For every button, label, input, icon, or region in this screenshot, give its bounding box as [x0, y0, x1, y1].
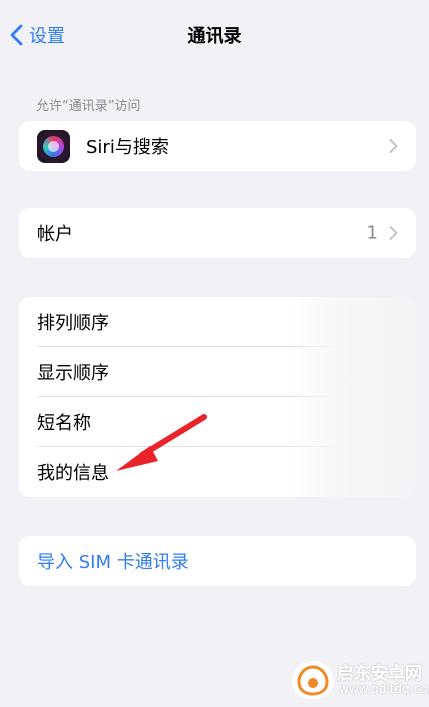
blurred-values: [286, 297, 416, 497]
siri-icon: [37, 129, 70, 163]
access-card: Siri与搜索: [19, 121, 416, 171]
siri-search-row[interactable]: Siri与搜索: [19, 121, 416, 171]
accounts-card: 帐户 1: [19, 208, 416, 258]
watermark-name: 启东安卓网: [337, 664, 422, 684]
contacts-settings-card: 排列顺序 显示顺序 短名称 我的信息: [19, 297, 416, 497]
import-sim-contacts-label: 导入 SIM 卡通讯录: [37, 552, 189, 573]
page-title: 通讯录: [187, 26, 242, 47]
my-info-label: 我的信息: [37, 463, 109, 484]
import-sim-contacts-button[interactable]: 导入 SIM 卡通讯录: [19, 536, 416, 586]
chevron-right-icon: [389, 226, 398, 240]
short-name-label: 短名称: [37, 413, 91, 434]
accounts-row[interactable]: 帐户 1: [19, 208, 416, 258]
watermark-logo-icon: [292, 661, 334, 699]
accounts-count: 1: [366, 222, 378, 244]
access-section-header: 允许“通讯录”访问: [36, 99, 141, 114]
chevron-right-icon: [389, 139, 398, 153]
watermark: 启东安卓网 www.qdltdq.com: [290, 655, 429, 707]
watermark-url: www.qdltdq.com: [339, 682, 429, 696]
import-card: 导入 SIM 卡通讯录: [19, 536, 416, 586]
sort-order-label: 排列顺序: [37, 313, 109, 334]
accounts-label: 帐户: [37, 224, 73, 245]
display-order-label: 显示顺序: [37, 363, 109, 384]
siri-search-label: Siri与搜索: [86, 137, 169, 158]
navigation-bar: 设置 通讯录: [0, 0, 429, 70]
